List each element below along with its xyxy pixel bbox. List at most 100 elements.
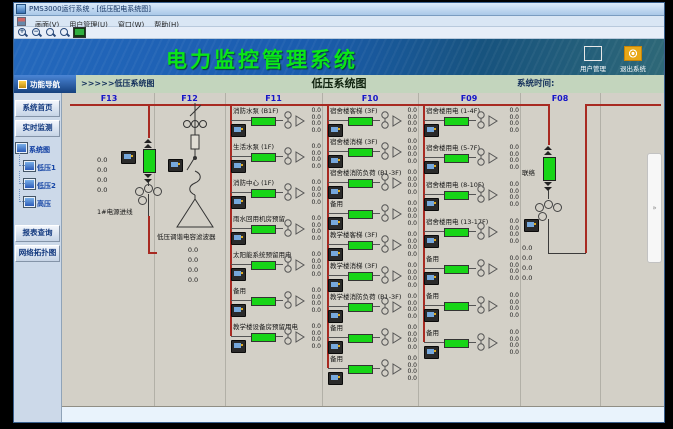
- tree-item-低压1[interactable]: 低压1: [24, 161, 61, 173]
- meter-icon[interactable]: [231, 124, 246, 137]
- telemetry-value: 0.0: [97, 155, 107, 165]
- meter-led: [534, 223, 536, 225]
- meter-icon[interactable]: [231, 160, 246, 173]
- meter-icon[interactable]: [524, 219, 539, 232]
- breaker-indicator[interactable]: [543, 157, 556, 181]
- meter-icon[interactable]: [424, 346, 439, 359]
- breaker-indicator[interactable]: [251, 189, 276, 198]
- column-header: F08: [520, 94, 600, 103]
- breaker-indicator[interactable]: [444, 117, 469, 126]
- column-separator: [600, 93, 601, 406]
- filter-column-f12: F12: [154, 93, 225, 406]
- meter-icon[interactable]: [424, 309, 439, 322]
- magnifier-handle: [52, 33, 56, 37]
- breaker-indicator[interactable]: [444, 191, 469, 200]
- tree-item-高压[interactable]: 高压: [24, 197, 61, 209]
- sidebar-item-realtime[interactable]: 实时监测: [15, 120, 60, 137]
- breaker-indicator[interactable]: [444, 265, 469, 274]
- feeder-row: 消防水泵 (B1F)0.00.00.00.0: [225, 107, 322, 143]
- meter-led: [241, 344, 243, 346]
- meter-screen: [331, 344, 338, 349]
- meter-icon[interactable]: [328, 279, 343, 292]
- feeder-row: 教学楼设备房预留用电0.00.00.00.0: [225, 323, 322, 359]
- feeder-label: 备用: [426, 292, 439, 300]
- telemetry-value: 0.0: [407, 159, 417, 166]
- meter-icon[interactable]: [231, 304, 246, 317]
- zoom-in-icon[interactable]: +: [17, 27, 29, 38]
- zoom-out-icon[interactable]: −: [31, 27, 43, 38]
- breaker-indicator[interactable]: [251, 261, 276, 270]
- breaker-indicator[interactable]: [251, 153, 276, 162]
- side-panel-toggle[interactable]: »: [647, 153, 662, 263]
- feeder-column-F11: F11消防水泵 (B1F)0.00.00.00.0生活水泵 (1F)0.00.0…: [225, 93, 322, 406]
- zoom-pan-icon[interactable]: [59, 27, 71, 38]
- meter-icon[interactable]: [328, 217, 343, 230]
- meter-icon[interactable]: [328, 186, 343, 199]
- tree-children: 低压1 低压2 高压: [16, 161, 61, 209]
- breaker-indicator[interactable]: [348, 365, 373, 374]
- meter-icon[interactable]: [328, 372, 343, 385]
- screen-view-icon[interactable]: [73, 27, 86, 38]
- disconnector-icon: [144, 184, 153, 193]
- meter-icon[interactable]: [328, 124, 343, 137]
- user-management-button[interactable]: 用户管理: [580, 46, 606, 73]
- meter-icon[interactable]: [424, 235, 439, 248]
- feeder-values: 0.00.00.00.0: [407, 263, 417, 289]
- zoom-reset-icon[interactable]: [45, 27, 57, 38]
- function-nav-label: 功能导航: [30, 79, 60, 90]
- breaker-indicator[interactable]: [348, 179, 373, 188]
- breaker-indicator[interactable]: [348, 334, 373, 343]
- breaker-indicator[interactable]: [348, 210, 373, 219]
- feeder-values: 0.00.00.00.0: [509, 219, 519, 245]
- breaker-indicator[interactable]: [444, 339, 469, 348]
- meter-screen: [234, 271, 241, 276]
- breaker-indicator[interactable]: [444, 154, 469, 163]
- disconnector-icon: [283, 218, 309, 240]
- feeder-values: 0.00.00.00.0: [407, 108, 417, 134]
- bus-line: [148, 216, 150, 254]
- breaker-indicator[interactable]: [444, 228, 469, 237]
- telemetry-values: 0.0 0.0 0.0 0.0: [522, 243, 532, 283]
- meter-icon[interactable]: [328, 341, 343, 354]
- feeder-values: 0.00.00.00.0: [407, 201, 417, 227]
- telemetry-value: 0.0: [509, 239, 519, 246]
- sidebar-item-topology[interactable]: 网络拓扑图: [15, 245, 60, 262]
- exit-system-button[interactable]: 退出系统: [620, 46, 646, 73]
- feeder-values: 0.00.00.00.0: [311, 252, 321, 278]
- meter-icon[interactable]: [231, 196, 246, 209]
- meter-screen: [331, 375, 338, 380]
- tree-item-低压2[interactable]: 低压2: [24, 179, 61, 191]
- sidebar-item-report[interactable]: 报表查询: [15, 225, 60, 242]
- meter-icon[interactable]: [231, 268, 246, 281]
- feeder-row: 宿舍楼用电 (8-10F)0.00.00.00.0: [418, 181, 520, 218]
- meter-icon[interactable]: [231, 232, 246, 245]
- breaker-indicator[interactable]: [251, 333, 276, 342]
- breaker-indicator[interactable]: [251, 117, 276, 126]
- sidebar-item-home[interactable]: 系统首页: [15, 100, 60, 117]
- meter-icon[interactable]: [168, 159, 183, 172]
- breaker-indicator[interactable]: [348, 272, 373, 281]
- breaker-indicator[interactable]: [348, 303, 373, 312]
- function-nav-button[interactable]: 功能导航: [14, 75, 76, 93]
- meter-icon[interactable]: [328, 155, 343, 168]
- breaker-indicator[interactable]: [251, 297, 276, 306]
- feeder-row: 备用0.00.00.00.0: [418, 255, 520, 292]
- meter-icon[interactable]: [231, 340, 246, 353]
- breaker-indicator[interactable]: [444, 302, 469, 311]
- screen: PMS3000运行系统 - [低压配电系统图] 画面(V)用户管理(U)窗口(W…: [0, 0, 673, 429]
- meter-icon[interactable]: [424, 161, 439, 174]
- meter-led: [241, 164, 243, 166]
- meter-icon[interactable]: [424, 198, 439, 211]
- meter-icon[interactable]: [328, 310, 343, 323]
- meter-led: [434, 128, 436, 130]
- breaker-indicator[interactable]: [348, 148, 373, 157]
- meter-icon[interactable]: [424, 272, 439, 285]
- wire: [148, 194, 149, 216]
- meter-icon[interactable]: [328, 248, 343, 261]
- breaker-indicator[interactable]: [251, 225, 276, 234]
- breaker-indicator[interactable]: [348, 241, 373, 250]
- breaker-indicator[interactable]: [348, 117, 373, 126]
- meter-icon[interactable]: [424, 124, 439, 137]
- feeder-label: 宿舍楼客梯 (3F): [330, 107, 378, 115]
- meter-icon[interactable]: [121, 151, 136, 164]
